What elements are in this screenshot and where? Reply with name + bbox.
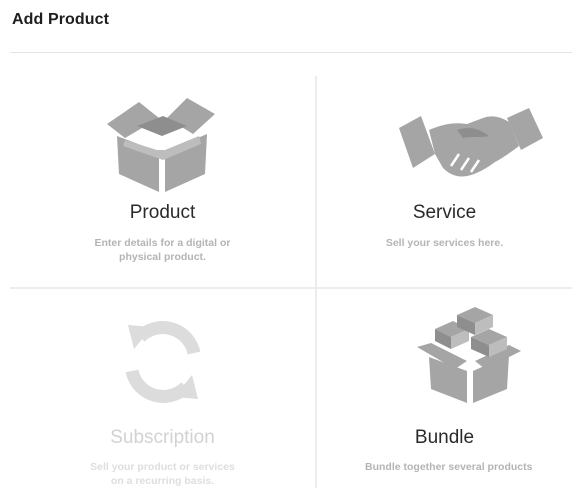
add-product-page: Add Product Product Enter details for a … [0, 0, 572, 488]
title-divider [10, 52, 572, 53]
subscription-description: Sell your product or services on a recur… [10, 460, 315, 488]
subscription-description-line-2: on a recurring basis. [110, 475, 215, 487]
bundle-description-line-1: Bundle together several products [365, 461, 533, 473]
subscription-option[interactable]: Subscription Sell your product or servic… [10, 289, 315, 488]
product-description-line-2: physical product. [119, 251, 206, 263]
product-label: Product [129, 202, 196, 223]
product-description: Enter details for a digital or physical … [10, 236, 315, 264]
service-option[interactable]: Service Sell your services here. [317, 76, 572, 287]
service-description: Sell your services here. [317, 236, 572, 250]
page-title: Add Product [12, 11, 110, 28]
bundle-description: Bundle together several products [317, 460, 532, 474]
box-icon [107, 98, 215, 192]
subscription-description-line-1: Sell your product or services [90, 461, 235, 473]
boxes-icon [417, 307, 521, 403]
service-label: Service [412, 202, 477, 223]
subscription-label: Subscription [110, 427, 215, 448]
bundle-label: Bundle [414, 427, 475, 448]
product-option[interactable]: Product Enter details for a digital or p… [10, 76, 315, 287]
refresh-icon [125, 321, 201, 403]
service-description-line-1: Sell your services here. [385, 237, 504, 249]
bundle-option[interactable]: Bundle Bundle together several products [317, 289, 572, 488]
product-description-line-1: Enter details for a digital or [94, 237, 231, 249]
handshake-icon [399, 108, 543, 177]
